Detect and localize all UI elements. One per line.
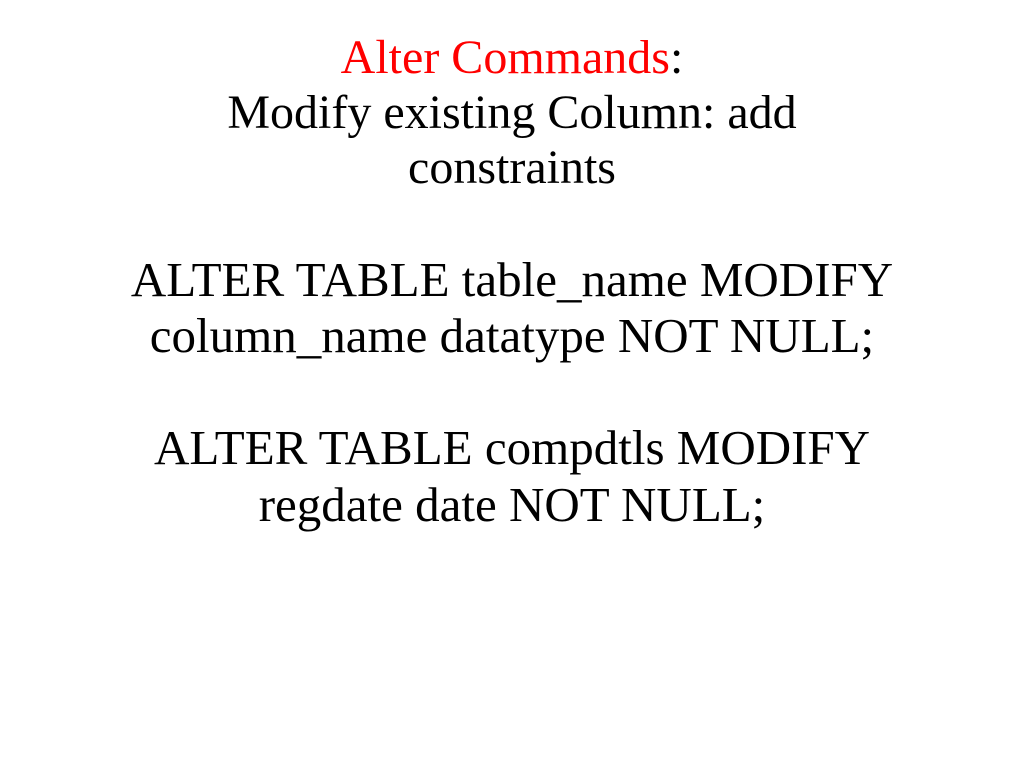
example-line-1: ALTER TABLE compdtls MODIFY: [18, 420, 1006, 476]
slide-content: Alter Commands: Modify existing Column: …: [18, 30, 1006, 533]
spacer-2: [18, 364, 1006, 420]
title-colon: :: [670, 31, 683, 84]
slide-title: Alter Commands:: [18, 30, 1006, 85]
title-red-text: Alter Commands: [341, 31, 670, 84]
subtitle-line-2: constraints: [18, 140, 1006, 195]
example-line-2: regdate date NOT NULL;: [18, 477, 1006, 533]
spacer-1: [18, 196, 1006, 252]
syntax-line-1: ALTER TABLE table_name MODIFY: [18, 252, 1006, 308]
subtitle-line-1: Modify existing Column: add: [18, 85, 1006, 140]
syntax-line-2: column_name datatype NOT NULL;: [18, 308, 1006, 364]
